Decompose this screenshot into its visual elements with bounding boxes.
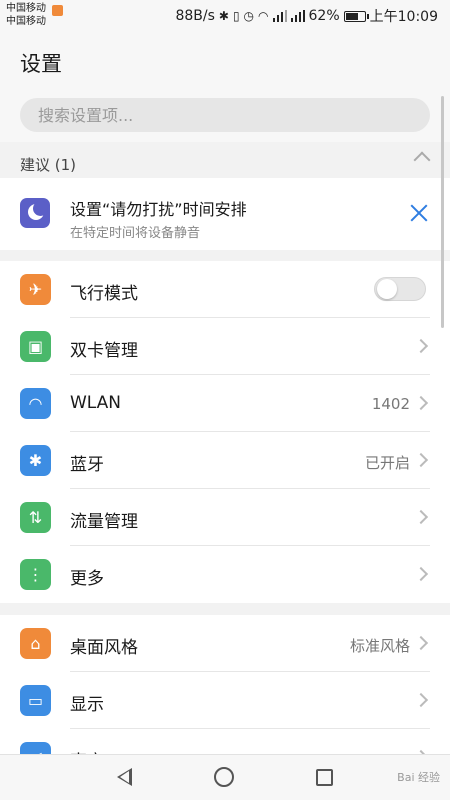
chevron-right-icon — [413, 692, 429, 708]
setting-label: 更多 — [70, 569, 104, 589]
wlan-network-name: 1402 — [371, 395, 410, 413]
back-icon[interactable] — [117, 768, 132, 786]
carrier-info: 中国移动 中国移动 — [6, 2, 46, 28]
status-icons: 88B/s ✱ ▯ ◷ ◠ 62% 上午10:09 — [175, 7, 438, 25]
wifi-status-icon: ◠ — [258, 9, 269, 23]
data-usage-icon: ⇅ — [20, 502, 51, 533]
setting-row-more[interactable]: ⋮ 更多 — [0, 546, 450, 603]
home-icon[interactable] — [214, 767, 234, 787]
navigation-bar: Bai 经验 — [0, 754, 450, 800]
chevron-right-icon — [413, 509, 429, 525]
sim-card-icon: ▣ — [20, 331, 51, 362]
alarm-icon: ◷ — [243, 9, 255, 23]
suggestion-subtitle: 在特定时间将设备静音 — [70, 226, 201, 241]
bluetooth-status: 已开启 — [364, 454, 410, 472]
carrier-2: 中国移动 — [6, 16, 46, 27]
bluetooth-status-icon: ✱ — [218, 9, 229, 23]
home-style-value: 标准风格 — [349, 637, 410, 655]
hd-badge-icon — [52, 5, 63, 16]
network-speed: 88B/s — [175, 8, 215, 24]
search-bar — [0, 88, 450, 142]
setting-row-dual-sim[interactable]: ▣ 双卡管理 — [0, 318, 450, 375]
setting-label: WLAN — [70, 393, 122, 413]
watermark: Bai 经验 — [397, 771, 440, 784]
airplane-icon: ✈ — [20, 274, 51, 305]
airplane-mode-toggle[interactable] — [374, 277, 426, 301]
close-icon[interactable] — [410, 204, 428, 222]
battery-percent: 62% — [308, 8, 340, 24]
chevron-right-icon — [413, 452, 429, 468]
chevron-right-icon — [413, 635, 429, 651]
setting-label: 桌面风格 — [70, 638, 138, 658]
setting-row-display[interactable]: ▭ 显示 — [0, 672, 450, 729]
setting-row-data-usage[interactable]: ⇅ 流量管理 — [0, 489, 450, 546]
status-bar: 中国移动 中国移动 88B/s ✱ ▯ ◷ ◠ 62% 上午10:09 — [0, 0, 450, 32]
setting-label: 显示 — [70, 695, 104, 715]
chevron-right-icon — [413, 338, 429, 354]
chevron-right-icon — [413, 395, 429, 411]
vibrate-icon: ▯ — [232, 9, 240, 23]
moon-icon — [20, 198, 50, 228]
setting-label: 飞行模式 — [70, 284, 138, 304]
signal-1-icon — [272, 10, 287, 22]
chevron-up-icon[interactable] — [413, 151, 431, 169]
more-icon: ⋮ — [20, 559, 51, 590]
suggestion-card[interactable]: 设置“请勿打扰”时间安排 在特定时间将设备静音 — [0, 178, 450, 250]
setting-row-bluetooth[interactable]: ✱ 蓝牙 已开启 — [0, 432, 450, 489]
setting-label: 蓝牙 — [70, 455, 104, 475]
setting-row-airplane-mode[interactable]: ✈ 飞行模式 — [0, 261, 450, 318]
suggestions-title: 建议 (1) — [20, 156, 77, 174]
display-icon: ▭ — [20, 685, 51, 716]
clock: 上午10:09 — [369, 9, 438, 25]
wifi-icon: ◠ — [20, 388, 51, 419]
bluetooth-icon: ✱ — [20, 445, 51, 476]
search-input[interactable] — [20, 98, 430, 132]
home-style-icon: ⌂ — [20, 628, 51, 659]
signal-2-icon — [290, 10, 305, 22]
title-bar: 设置 — [0, 32, 450, 88]
setting-label: 流量管理 — [70, 512, 138, 532]
battery-icon — [343, 10, 369, 22]
settings-group-connectivity: ✈ 飞行模式 ▣ 双卡管理 ◠ WLAN 1402 ✱ 蓝牙 已开启 ⇅ 流量管… — [0, 261, 450, 603]
page-title: 设置 — [20, 52, 62, 76]
setting-row-wlan[interactable]: ◠ WLAN 1402 — [0, 375, 450, 432]
carrier-1: 中国移动 — [6, 3, 46, 14]
suggestions-header[interactable]: 建议 (1) — [0, 142, 450, 178]
recent-apps-icon[interactable] — [316, 769, 333, 786]
suggestion-title: 设置“请勿打扰”时间安排 — [70, 200, 247, 219]
setting-label: 双卡管理 — [70, 341, 138, 361]
scrollbar[interactable] — [441, 96, 444, 328]
chevron-right-icon — [413, 566, 429, 582]
setting-row-home-style[interactable]: ⌂ 桌面风格 标准风格 — [0, 615, 450, 672]
